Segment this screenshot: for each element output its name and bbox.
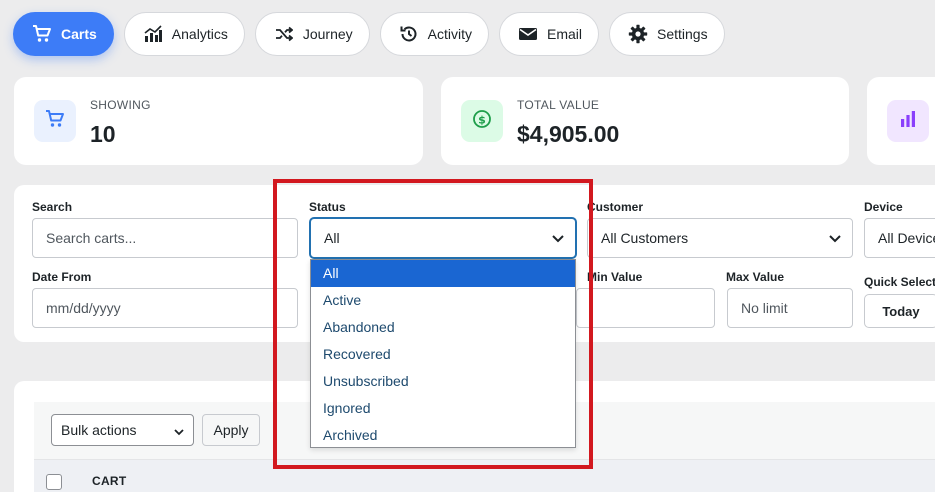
customer-select-value: All Customers bbox=[601, 230, 689, 246]
cart-icon bbox=[45, 109, 65, 133]
apply-button[interactable]: Apply bbox=[202, 414, 260, 446]
bulk-actions-value: Bulk actions bbox=[61, 422, 137, 438]
tab-journey[interactable]: Journey bbox=[254, 12, 370, 56]
dollar-icon: $ bbox=[472, 109, 492, 134]
stat-card-third bbox=[867, 77, 935, 165]
customer-label: Customer bbox=[587, 200, 644, 214]
tab-label: Activity bbox=[427, 26, 472, 42]
chart-icon bbox=[143, 24, 163, 44]
min-value-label: Min Value bbox=[587, 270, 643, 284]
chevron-down-icon bbox=[828, 231, 842, 248]
tab-carts[interactable]: Carts bbox=[13, 12, 114, 56]
today-button[interactable]: Today bbox=[864, 294, 935, 328]
date-from-label: Date From bbox=[32, 270, 92, 284]
max-value-label: Max Value bbox=[726, 270, 785, 284]
device-select[interactable]: All Devices bbox=[864, 218, 935, 258]
select-all-checkbox[interactable] bbox=[46, 474, 62, 490]
envelope-icon bbox=[518, 24, 538, 44]
bar-chart-icon bbox=[898, 110, 918, 133]
tab-activity[interactable]: Activity bbox=[379, 12, 489, 56]
chevron-down-icon bbox=[173, 425, 185, 441]
tab-analytics[interactable]: Analytics bbox=[123, 12, 245, 56]
cart-icon bbox=[32, 24, 52, 44]
shuffle-icon bbox=[274, 24, 294, 44]
gear-icon bbox=[628, 24, 648, 44]
svg-text:$: $ bbox=[478, 113, 486, 126]
stat-value: 10 bbox=[90, 121, 116, 147]
tab-label: Settings bbox=[657, 26, 708, 42]
max-value-input[interactable]: No limit bbox=[727, 288, 853, 328]
tab-label: Email bbox=[546, 26, 582, 42]
tab-settings[interactable]: Settings bbox=[609, 12, 725, 56]
stat-label: TOTAL VALUE bbox=[517, 98, 600, 112]
search-label: Search bbox=[32, 200, 73, 214]
bulk-actions-select[interactable]: Bulk actions bbox=[51, 414, 194, 446]
highlight-frame bbox=[273, 179, 593, 469]
stat-icon-box bbox=[887, 100, 929, 142]
min-value-input[interactable] bbox=[576, 288, 715, 328]
tab-label: Journey bbox=[302, 26, 353, 42]
tab-email[interactable]: Email bbox=[498, 12, 599, 56]
stat-icon-box bbox=[34, 100, 76, 142]
search-input[interactable]: Search carts... bbox=[32, 218, 298, 258]
stat-card-showing: SHOWING 10 bbox=[14, 77, 423, 165]
date-from-input[interactable]: mm/dd/yyyy bbox=[32, 288, 298, 328]
tab-label: Analytics bbox=[171, 26, 228, 42]
stat-icon-box: $ bbox=[461, 100, 503, 142]
device-label: Device bbox=[864, 200, 903, 214]
column-header-cart[interactable]: CART bbox=[92, 474, 127, 488]
customer-select[interactable]: All Customers bbox=[587, 218, 853, 258]
nav-tabs: Carts Analytics Journey Activity Email S… bbox=[13, 12, 725, 56]
stat-card-total-value: $ TOTAL VALUE $4,905.00 bbox=[441, 77, 849, 165]
tab-label: Carts bbox=[61, 26, 97, 42]
history-icon bbox=[399, 24, 419, 44]
quick-select-label: Quick Select bbox=[864, 275, 935, 289]
stat-label: SHOWING bbox=[90, 98, 151, 112]
device-select-value: All Devices bbox=[878, 230, 935, 246]
stat-value: $4,905.00 bbox=[517, 121, 620, 147]
